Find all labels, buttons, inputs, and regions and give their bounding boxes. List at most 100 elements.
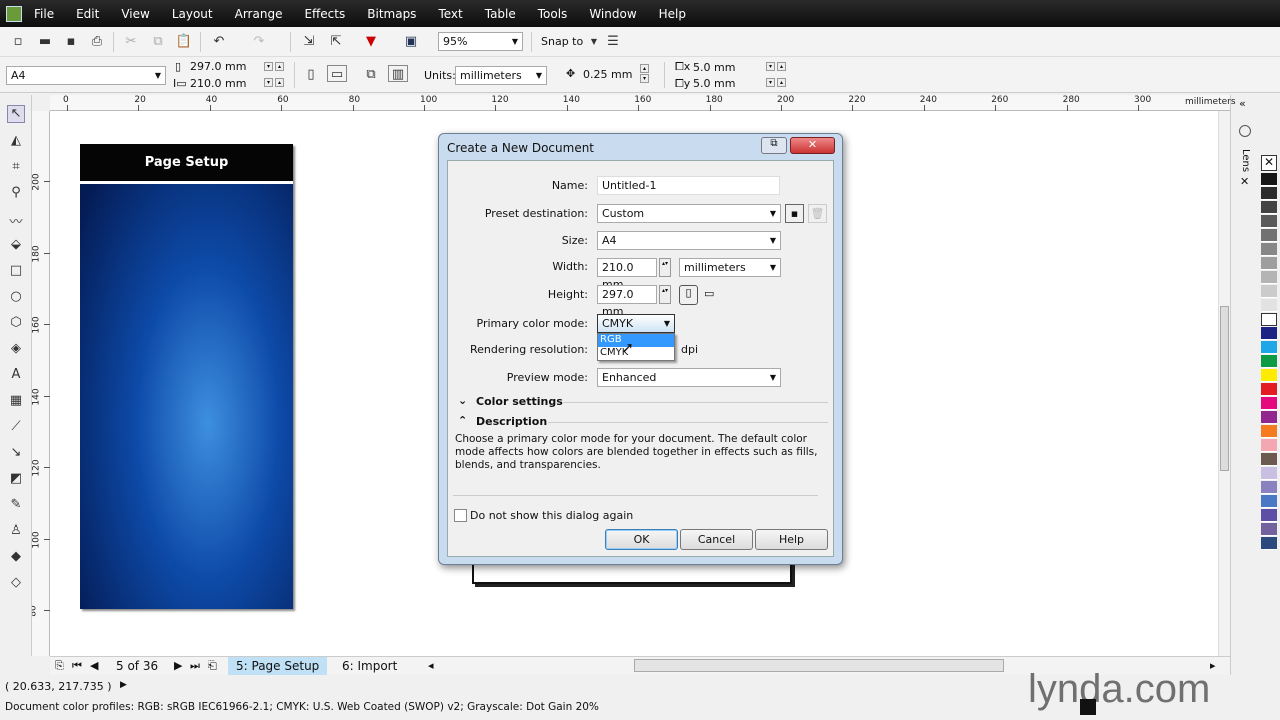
close-icon[interactable]: ✕ bbox=[790, 137, 835, 154]
restore-icon[interactable]: ⧉ bbox=[761, 137, 787, 154]
portrait-icon[interactable]: ▯ bbox=[679, 285, 698, 305]
color-swatch[interactable] bbox=[1261, 187, 1277, 200]
interactive-fill-icon[interactable]: ◇ bbox=[7, 575, 25, 593]
close-icon[interactable]: ✕ bbox=[1240, 175, 1249, 188]
spin-button[interactable]: ▴ bbox=[640, 64, 649, 73]
page-size-combo[interactable]: A4 ▼ bbox=[6, 66, 166, 85]
color-swatch[interactable] bbox=[1261, 285, 1277, 298]
vertical-scrollbar[interactable] bbox=[1218, 111, 1230, 656]
spin-button[interactable]: ▾ bbox=[640, 74, 649, 83]
smart-fill-icon[interactable]: ⬙ bbox=[7, 237, 25, 255]
duplicate-x-field[interactable]: 5.0 mm bbox=[693, 61, 735, 74]
color-swatch[interactable] bbox=[1261, 369, 1277, 382]
width-spinner[interactable]: ▴▾ bbox=[659, 258, 671, 277]
menu-file[interactable]: File bbox=[34, 7, 54, 21]
last-page-icon[interactable]: ⏭ bbox=[190, 659, 200, 673]
paste-icon[interactable]: 📋 bbox=[175, 33, 193, 50]
spin-button[interactable]: ▾ bbox=[766, 62, 775, 71]
spin-button[interactable]: ▴ bbox=[777, 62, 786, 71]
add-page-icon[interactable]: ⎘ bbox=[55, 659, 64, 673]
connector-tool-icon[interactable]: ↘ bbox=[7, 445, 25, 463]
color-swatch[interactable] bbox=[1261, 215, 1277, 228]
width-input[interactable]: 210.0 mm bbox=[597, 258, 657, 291]
spin-button[interactable]: ▾ bbox=[264, 62, 273, 71]
eyedropper-tool-icon[interactable]: ✎ bbox=[7, 497, 25, 515]
dont-show-checkbox[interactable] bbox=[454, 509, 467, 522]
rectangle-tool-icon[interactable]: □ bbox=[7, 263, 25, 281]
color-swatch[interactable] bbox=[1261, 299, 1277, 312]
basic-shapes-icon[interactable]: ◈ bbox=[7, 341, 25, 359]
zoom-level-combo[interactable]: 95% ▼ bbox=[438, 32, 523, 51]
cancel-button[interactable]: Cancel bbox=[680, 529, 753, 550]
print-icon[interactable]: ⎙ bbox=[88, 33, 106, 50]
full-screen-preview-icon[interactable]: ▣ bbox=[402, 33, 420, 50]
color-mode-select[interactable]: CMYK ▼ bbox=[597, 314, 675, 333]
outline-color-swatch[interactable] bbox=[1080, 699, 1096, 715]
preview-select[interactable]: Enhanced ▼ bbox=[597, 368, 781, 387]
height-spinner[interactable]: ▴▾ bbox=[659, 285, 671, 304]
chevron-down-icon[interactable]: ▼ bbox=[585, 33, 603, 50]
ellipse-tool-icon[interactable]: ○ bbox=[7, 289, 25, 307]
table-tool-icon[interactable]: ▦ bbox=[7, 393, 25, 411]
ok-button[interactable]: OK bbox=[605, 529, 678, 550]
horizontal-scrollbar-thumb[interactable] bbox=[634, 659, 1004, 672]
color-swatch[interactable] bbox=[1261, 229, 1277, 242]
units-select[interactable]: millimeters ▼ bbox=[679, 258, 781, 277]
option-rgb[interactable]: RGB bbox=[598, 334, 674, 347]
dont-show-label[interactable]: Do not show this dialog again bbox=[470, 509, 633, 522]
page-width-field[interactable]: 210.0 mm bbox=[190, 77, 246, 90]
description-toggle[interactable]: Description bbox=[476, 415, 547, 428]
menu-text[interactable]: Text bbox=[438, 7, 462, 21]
color-swatch[interactable] bbox=[1261, 537, 1277, 550]
menu-view[interactable]: View bbox=[121, 7, 149, 21]
save-preset-icon[interactable]: ▪ bbox=[785, 204, 804, 223]
menu-edit[interactable]: Edit bbox=[76, 7, 99, 21]
menu-effects[interactable]: Effects bbox=[304, 7, 345, 21]
tab-import[interactable]: 6: Import bbox=[334, 657, 405, 675]
color-swatch[interactable] bbox=[1261, 495, 1277, 508]
fill-tool-icon[interactable]: ◆ bbox=[7, 549, 25, 567]
spin-button[interactable]: ▴ bbox=[275, 78, 284, 87]
menu-tools[interactable]: Tools bbox=[538, 7, 568, 21]
collapse-docker-icon[interactable]: « bbox=[1239, 97, 1246, 110]
expand-icon[interactable]: ⌄ bbox=[458, 394, 467, 407]
color-profiles[interactable]: Document color profiles: RGB: sRGB IEC61… bbox=[5, 701, 599, 713]
menu-arrange[interactable]: Arrange bbox=[235, 7, 283, 21]
shadow-tool-icon[interactable]: ◩ bbox=[7, 471, 25, 489]
color-swatch[interactable] bbox=[1261, 341, 1277, 354]
snap-to-button[interactable]: Snap to bbox=[541, 35, 583, 48]
save-icon[interactable]: ▪ bbox=[62, 33, 80, 50]
color-swatch[interactable] bbox=[1261, 271, 1277, 284]
height-input[interactable]: 297.0 mm bbox=[597, 285, 657, 318]
delete-preset-icon[interactable]: 🗑 bbox=[808, 204, 827, 223]
polygon-tool-icon[interactable]: ⬡ bbox=[7, 315, 25, 333]
color-swatch[interactable] bbox=[1261, 425, 1277, 438]
prev-page-icon[interactable]: ◀ bbox=[90, 659, 98, 672]
preset-select[interactable]: Custom ▼ bbox=[597, 204, 781, 223]
menu-window[interactable]: Window bbox=[589, 7, 636, 21]
undo-icon[interactable]: ↶ bbox=[210, 33, 228, 50]
color-swatch[interactable] bbox=[1261, 257, 1277, 270]
scroll-right-icon[interactable]: ▸ bbox=[1210, 659, 1216, 672]
color-swatch[interactable] bbox=[1261, 509, 1277, 522]
copy-icon[interactable]: ⧉ bbox=[149, 33, 167, 50]
vertical-ruler[interactable]: 200 180 160 140 120 100 80 bbox=[29, 111, 50, 656]
options-icon[interactable]: ☰ bbox=[604, 33, 622, 50]
horizontal-ruler[interactable]: 0 20 40 60 80 100 120 140 160 180 200 220 240 260 280 3… bbox=[50, 95, 1230, 111]
spin-button[interactable]: ▴ bbox=[777, 78, 786, 87]
color-swatch[interactable] bbox=[1261, 481, 1277, 494]
first-page-icon[interactable]: ⏮ bbox=[72, 659, 82, 673]
color-swatch[interactable] bbox=[1261, 439, 1277, 452]
landscape-icon[interactable]: ▭ bbox=[704, 287, 714, 300]
zoom-tool-icon[interactable]: ⚲ bbox=[7, 185, 25, 203]
current-page-icon[interactable]: ▥ bbox=[388, 65, 408, 82]
color-swatch[interactable] bbox=[1261, 523, 1277, 536]
add-page-after-icon[interactable]: ⎗ bbox=[208, 659, 217, 673]
color-swatch[interactable] bbox=[1261, 243, 1277, 256]
portrait-icon[interactable]: ▯ bbox=[302, 66, 320, 83]
landscape-icon[interactable]: ▭ bbox=[327, 65, 347, 82]
next-page-icon[interactable]: ▶ bbox=[174, 659, 182, 672]
spin-button[interactable]: ▾ bbox=[264, 78, 273, 87]
menu-table[interactable]: Table bbox=[485, 7, 516, 21]
launch-icon[interactable]: ▼ bbox=[362, 33, 380, 50]
